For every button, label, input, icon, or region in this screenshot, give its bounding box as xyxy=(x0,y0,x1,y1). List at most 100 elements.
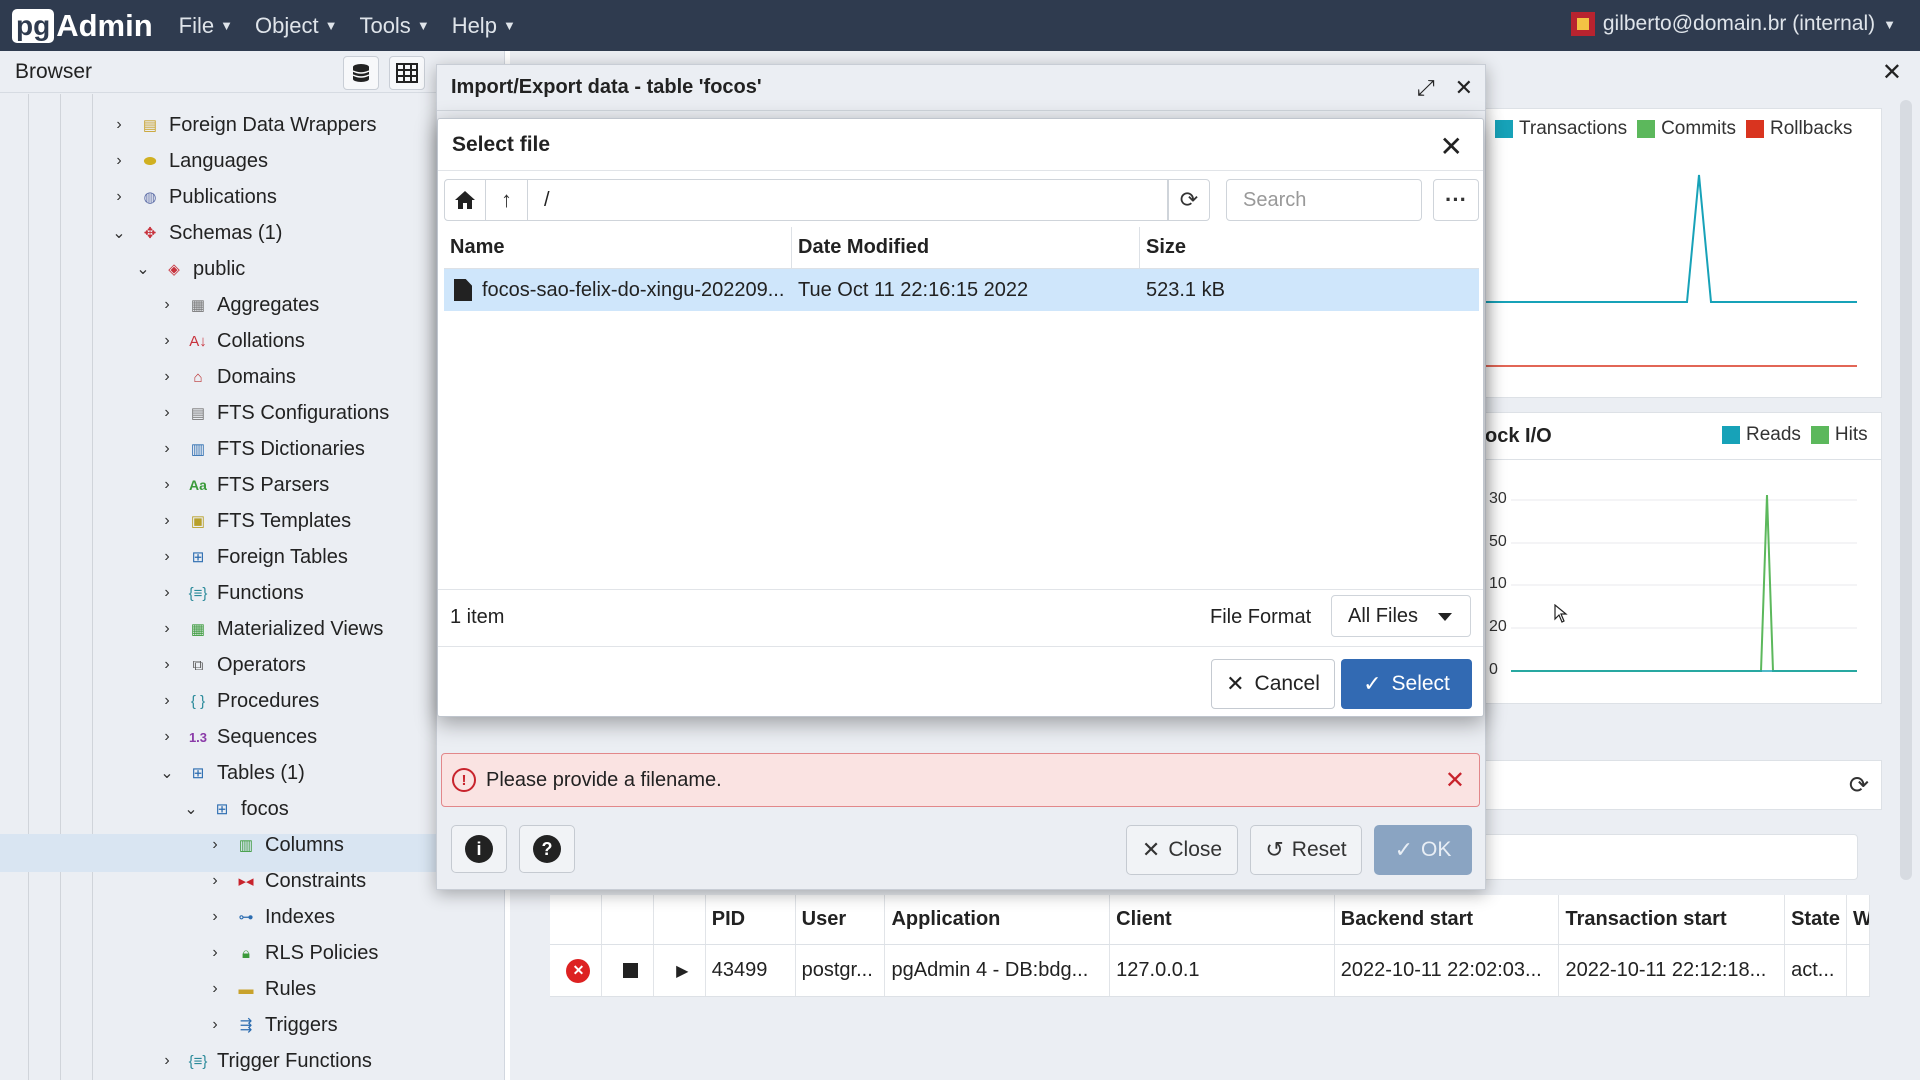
close-panel-icon[interactable]: ✕ xyxy=(1882,58,1902,87)
terminate-session-icon[interactable]: ✕ xyxy=(550,945,602,996)
tree-item-functions[interactable]: › {≡} Functions xyxy=(156,576,303,610)
chevron-right-icon[interactable]: › xyxy=(108,116,130,134)
chevron-right-icon[interactable]: › xyxy=(204,908,226,926)
tree-item-publications[interactable]: › ◍ Publications xyxy=(108,180,277,214)
tree-item-aggregates[interactable]: › ▦ Aggregates xyxy=(156,288,319,322)
chevron-right-icon[interactable]: › xyxy=(204,872,226,890)
chevron-down-icon[interactable]: ⌄ xyxy=(156,763,178,783)
tree-item-rls-policies[interactable]: › 🔒︎ RLS Policies xyxy=(204,936,378,970)
select-button[interactable]: ✓ Select xyxy=(1341,659,1472,709)
header-name[interactable]: Name xyxy=(444,227,792,268)
header-wait[interactable]: W xyxy=(1847,895,1870,944)
chevron-right-icon[interactable]: › xyxy=(156,476,178,494)
tree-item-fts-parsers[interactable]: › Aa FTS Parsers xyxy=(156,468,329,502)
chevron-right-icon[interactable]: › xyxy=(204,980,226,998)
chevron-right-icon[interactable]: › xyxy=(204,836,226,854)
tree-item-domains[interactable]: › ⌂ Domains xyxy=(156,360,296,394)
ok-button[interactable]: ✓ OK xyxy=(1374,825,1472,875)
tree-item-public[interactable]: ⌄ ◈ public xyxy=(132,252,245,286)
tree-item-collations[interactable]: › A↓ Collations xyxy=(156,324,305,358)
chevron-right-icon[interactable]: › xyxy=(156,584,178,602)
table-row[interactable]: ✕ ▶ 43499 postgr... pgAdmin 4 - DB:bdg..… xyxy=(550,945,1870,997)
go-up-button[interactable]: ↑ xyxy=(486,179,528,221)
tree-item-fts-templates[interactable]: › ▣ FTS Templates xyxy=(156,504,351,538)
tree-item-focos[interactable]: ⌄ ⊞ focos xyxy=(180,792,289,826)
tree-item-operators[interactable]: › ⧉ Operators xyxy=(156,648,306,682)
header-pid[interactable]: PID xyxy=(706,895,796,944)
chevron-down-icon[interactable]: ⌄ xyxy=(108,223,130,243)
chevron-right-icon[interactable]: › xyxy=(156,404,178,422)
chevron-right-icon[interactable]: › xyxy=(156,548,178,566)
table-icon: ⊞ xyxy=(215,801,229,818)
dashboard-scrollbar[interactable] xyxy=(1900,100,1912,880)
path-input[interactable]: / xyxy=(528,179,1168,221)
tree-item-trigger-functions[interactable]: › {≡} Trigger Functions xyxy=(156,1044,372,1078)
tree-item-fts-configurations[interactable]: › ▤ FTS Configurations xyxy=(156,396,389,430)
chevron-down-icon[interactable]: ⌄ xyxy=(180,799,202,819)
tree-item-rules[interactable]: › ▬ Rules xyxy=(204,972,316,1006)
chevron-right-icon[interactable]: › xyxy=(156,368,178,386)
chevron-right-icon[interactable]: › xyxy=(204,1016,226,1034)
header-user[interactable]: User xyxy=(796,895,886,944)
chevron-down-icon[interactable]: ⌄ xyxy=(132,259,154,279)
refresh-button[interactable]: ⟳ xyxy=(1168,179,1210,221)
tree-item-sequences[interactable]: › 1.3 Sequences xyxy=(156,720,317,754)
info-button[interactable]: i xyxy=(451,825,507,873)
chevron-right-icon[interactable]: › xyxy=(156,1052,178,1070)
tree-item-columns[interactable]: › ▥ Columns xyxy=(204,828,344,862)
header-client[interactable]: Client xyxy=(1110,895,1335,944)
header-date-modified[interactable]: Date Modified xyxy=(792,227,1140,268)
header-transaction-start[interactable]: Transaction start xyxy=(1559,895,1786,944)
home-button[interactable] xyxy=(444,179,486,221)
chevron-right-icon[interactable]: › xyxy=(156,620,178,638)
cancel-button[interactable]: ✕ Cancel xyxy=(1211,659,1335,709)
header-state[interactable]: State xyxy=(1785,895,1847,944)
chevron-right-icon[interactable]: › xyxy=(156,296,178,314)
chevron-right-icon[interactable]: › xyxy=(156,332,178,350)
menu-tools[interactable]: Tools ▼ xyxy=(359,13,429,39)
chevron-right-icon[interactable]: › xyxy=(156,728,178,746)
more-options-button[interactable]: ··· xyxy=(1433,179,1479,221)
close-button[interactable]: ✕ Close xyxy=(1126,825,1238,875)
user-menu[interactable]: gilberto@domain.br (internal) ▼ xyxy=(1570,12,1896,36)
table-row[interactable]: focos-sao-felix-do-xingu-202209... Tue O… xyxy=(444,269,1479,311)
tree-item-materialized-views[interactable]: › ▦ Materialized Views xyxy=(156,612,383,646)
tree-item-procedures[interactable]: › { } Procedures xyxy=(156,684,319,718)
help-button[interactable]: ? xyxy=(519,825,575,873)
sessions-search-input[interactable] xyxy=(1470,834,1858,880)
header-application[interactable]: Application xyxy=(885,895,1111,944)
tree-item-schemas[interactable]: ⌄ ✥ Schemas (1) xyxy=(108,216,282,250)
chevron-right-icon[interactable]: › xyxy=(156,440,178,458)
close-icon[interactable]: ✕ xyxy=(1440,130,1463,163)
tree-item-fts-dictionaries[interactable]: › ▥ FTS Dictionaries xyxy=(156,432,364,466)
reset-button[interactable]: ↺ Reset xyxy=(1250,825,1362,875)
query-tool-button[interactable] xyxy=(343,56,379,90)
cancel-query-icon[interactable] xyxy=(602,945,654,996)
header-backend-start[interactable]: Backend start xyxy=(1335,895,1560,944)
tree-item-indexes[interactable]: › ⊶ Indexes xyxy=(204,900,335,934)
expand-row-icon[interactable]: ▶ xyxy=(654,945,706,996)
close-icon[interactable]: ✕ xyxy=(1455,75,1473,101)
chevron-right-icon[interactable]: › xyxy=(156,656,178,674)
close-alert-icon[interactable]: ✕ xyxy=(1445,766,1465,795)
menu-object[interactable]: Object ▼ xyxy=(255,13,337,39)
tree-item-tables[interactable]: ⌄ ⊞ Tables (1) xyxy=(156,756,305,790)
tree-item-languages[interactable]: › ⬬ Languages xyxy=(108,144,268,178)
chevron-right-icon[interactable]: › xyxy=(108,152,130,170)
tree-item-foreign-data-wrappers[interactable]: › ▤ Foreign Data Wrappers xyxy=(108,108,376,142)
tree-item-triggers[interactable]: › ⇶ Triggers xyxy=(204,1008,337,1042)
chevron-right-icon[interactable]: › xyxy=(156,692,178,710)
tree-item-foreign-tables[interactable]: › ⊞ Foreign Tables xyxy=(156,540,348,574)
refresh-icon[interactable]: ⟳ xyxy=(1849,771,1869,800)
maximize-icon[interactable]: ⤢ xyxy=(1417,75,1435,101)
chevron-right-icon[interactable]: › xyxy=(108,188,130,206)
chevron-right-icon[interactable]: › xyxy=(156,512,178,530)
menu-help[interactable]: Help ▼ xyxy=(452,13,516,39)
file-format-select[interactable]: All Files xyxy=(1331,595,1471,637)
search-input[interactable]: Search xyxy=(1226,179,1422,221)
header-size[interactable]: Size xyxy=(1140,227,1479,268)
chevron-right-icon[interactable]: › xyxy=(204,944,226,962)
view-data-button[interactable] xyxy=(389,56,425,90)
menu-file[interactable]: File ▼ xyxy=(179,13,233,39)
tree-item-constraints[interactable]: › ▸◂ Constraints xyxy=(204,864,366,898)
